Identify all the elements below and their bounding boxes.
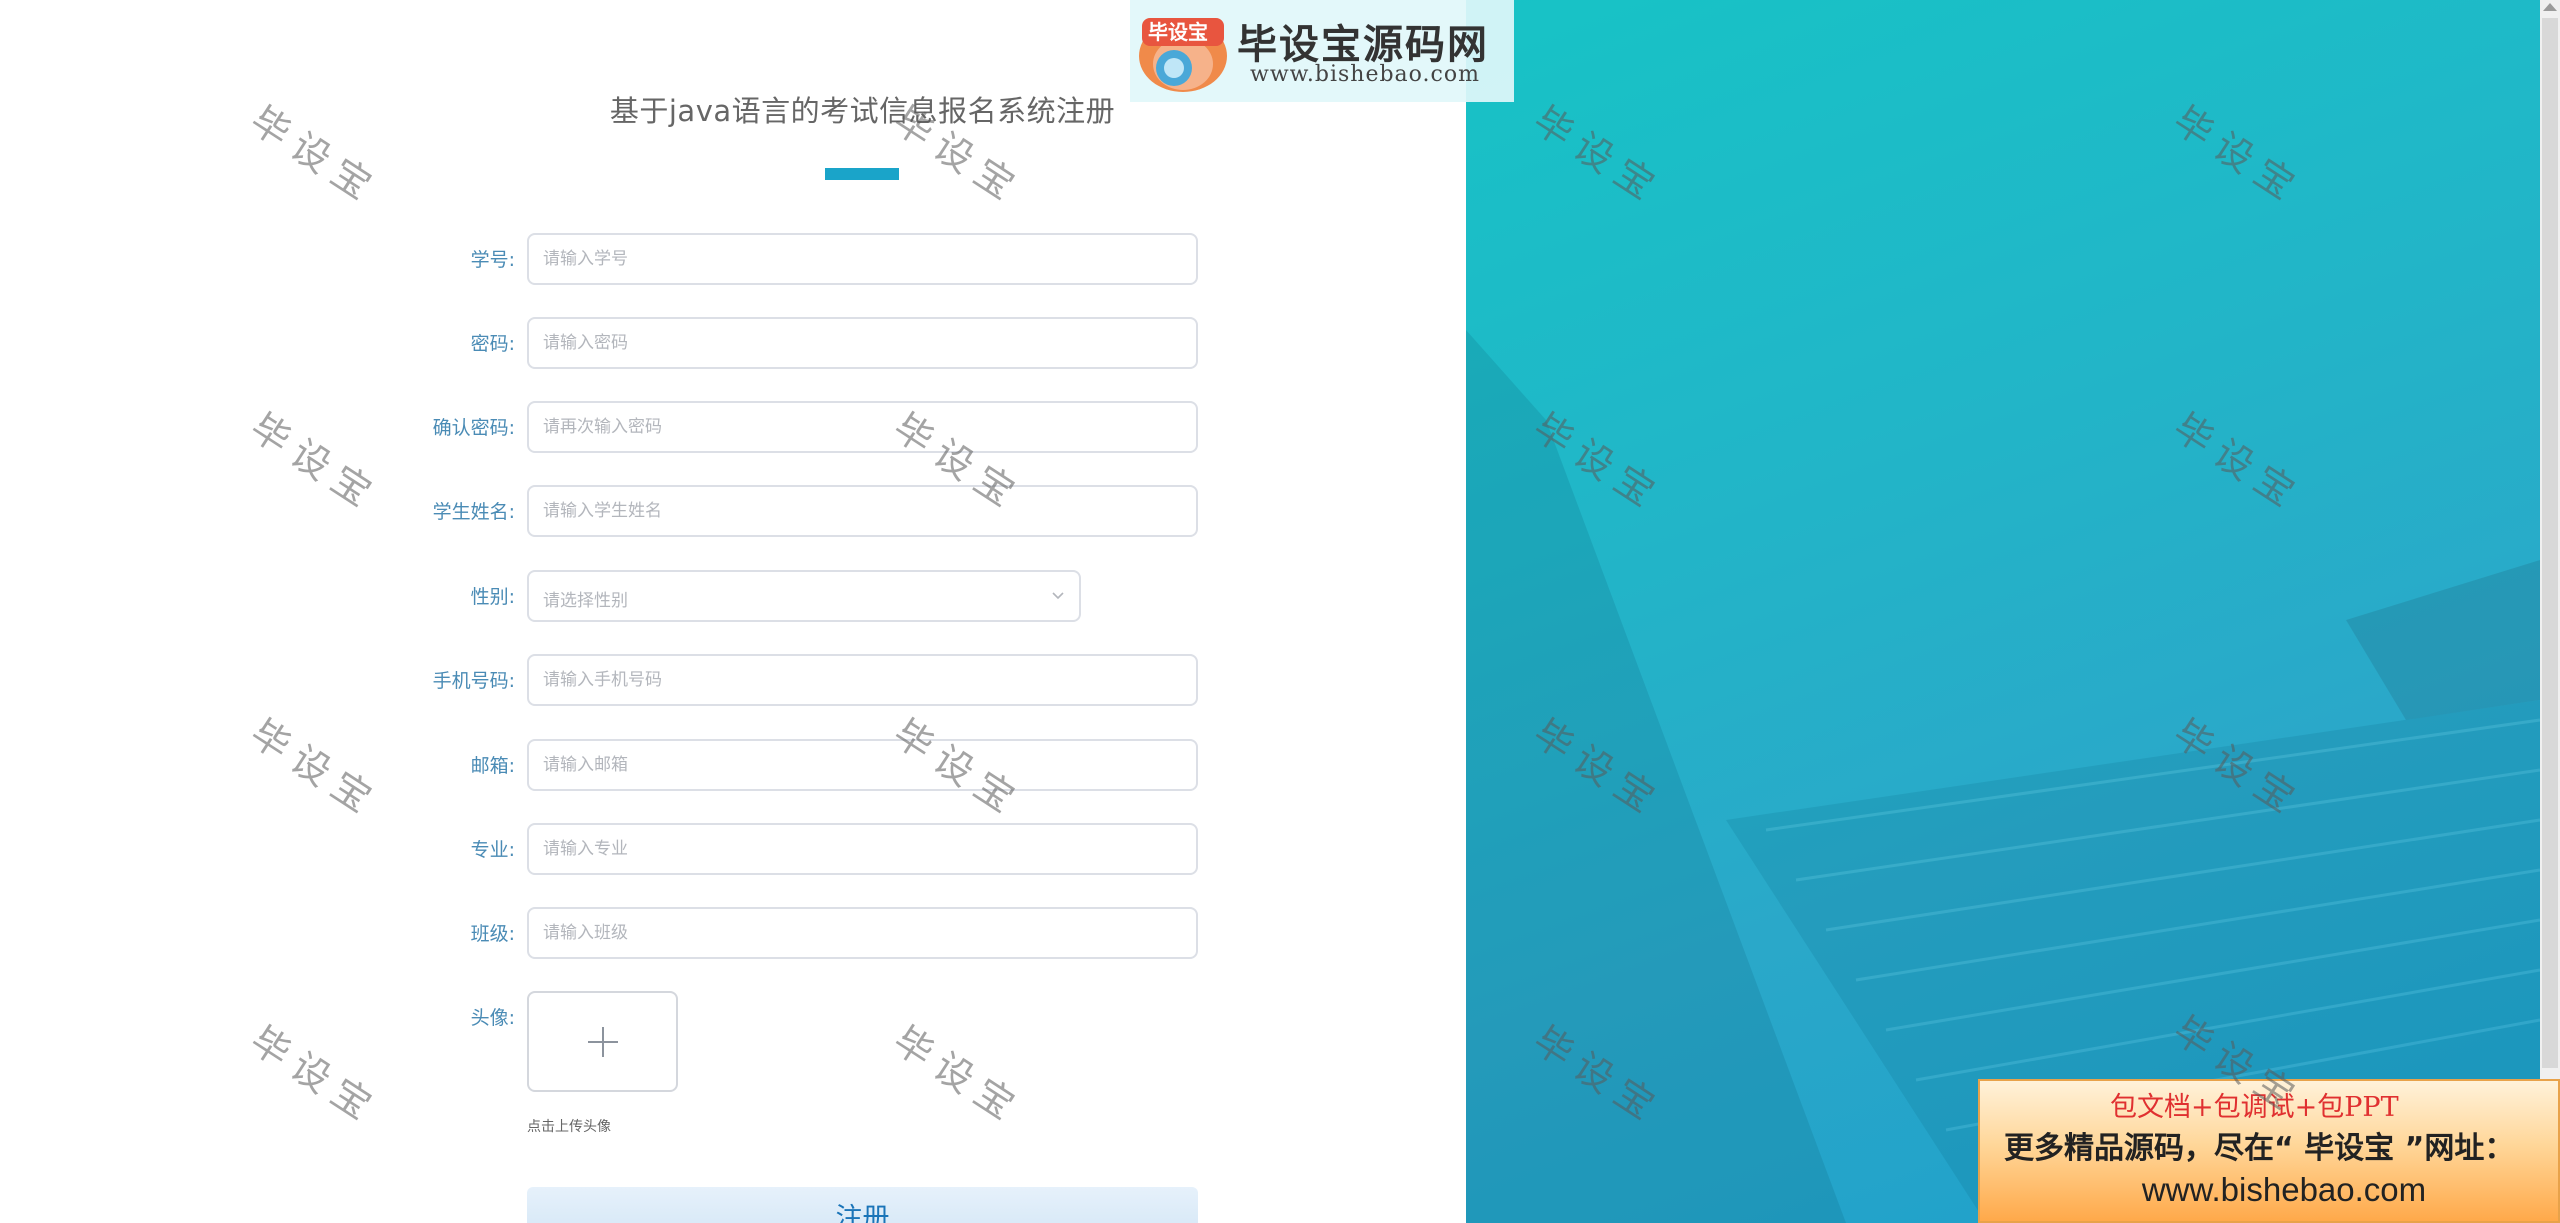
student-id-input[interactable] [527,233,1198,285]
logo-badge-text: 毕设宝 [1148,20,1208,44]
hero-background [1466,0,2540,1223]
plus-icon [588,1027,618,1057]
password-label: 密码: [470,333,515,355]
chevron-down-icon [1052,592,1064,600]
class-label: 班级: [470,923,515,945]
register-page: 基于java语言的考试信息报名系统注册 学号: 密码: 确认密码: 学生姓名: … [0,0,2560,1223]
logo-url: www.bishebao.com [1250,62,1480,87]
register-panel: 基于java语言的考试信息报名系统注册 学号: 密码: 确认密码: 学生姓名: … [0,0,1466,1223]
form-row-student-id: 学号: [0,233,1300,285]
form-row-phone: 手机号码: [0,654,1300,706]
password-input[interactable] [527,317,1198,369]
form-row-class: 班级: [0,907,1300,959]
gender-select-placeholder: 请选择性别 [543,591,628,611]
email-input[interactable] [527,739,1198,791]
title-underline [825,168,899,180]
form-row-email: 邮箱: [0,739,1300,791]
register-button[interactable]: 注册 [527,1187,1198,1223]
gender-label: 性别: [470,586,515,608]
form-row-password: 密码: [0,317,1300,369]
scroll-up-arrow-icon[interactable] [2543,3,2557,11]
form-row-major: 专业: [0,823,1300,875]
phone-label: 手机号码: [432,670,515,692]
student-name-input[interactable] [527,485,1198,537]
gender-select[interactable]: 请选择性别 [527,570,1081,622]
promo-line-services: 包文档+包调试+包PPT [2110,1092,2399,1123]
student-id-label: 学号: [470,249,515,271]
promo-line-url: www.bishebao.com [2141,1171,2427,1208]
confirm-password-input[interactable] [527,401,1198,453]
laptop-illustration [1466,330,2540,1223]
promo-line-headline: 更多精品源码，尽在“ 毕设宝 ”网址： [2004,1131,2515,1166]
form-row-confirm-password: 确认密码: [0,401,1300,453]
major-label: 专业: [470,839,515,861]
site-logo[interactable]: 毕设宝 毕设宝源码网 www.bishebao.com [1130,0,1514,102]
class-input[interactable] [527,907,1198,959]
phone-input[interactable] [527,654,1198,706]
major-input[interactable] [527,823,1198,875]
email-label: 邮箱: [470,755,515,777]
avatar-upload-hint: 点击上传头像 [527,1119,611,1135]
form-row-gender: 性别: 请选择性别 [0,570,1300,622]
avatar-upload-button[interactable] [527,991,678,1092]
confirm-password-label: 确认密码: [432,417,515,439]
form-row-student-name: 学生姓名: [0,485,1300,537]
avatar-label: 头像: [470,1007,515,1029]
student-name-label: 学生姓名: [432,501,515,523]
scrollbar-thumb[interactable] [2542,18,2558,1068]
promo-banner[interactable]: 包文档+包调试+包PPT 更多精品源码，尽在“ 毕设宝 ”网址： www.bis… [1978,1079,2560,1223]
